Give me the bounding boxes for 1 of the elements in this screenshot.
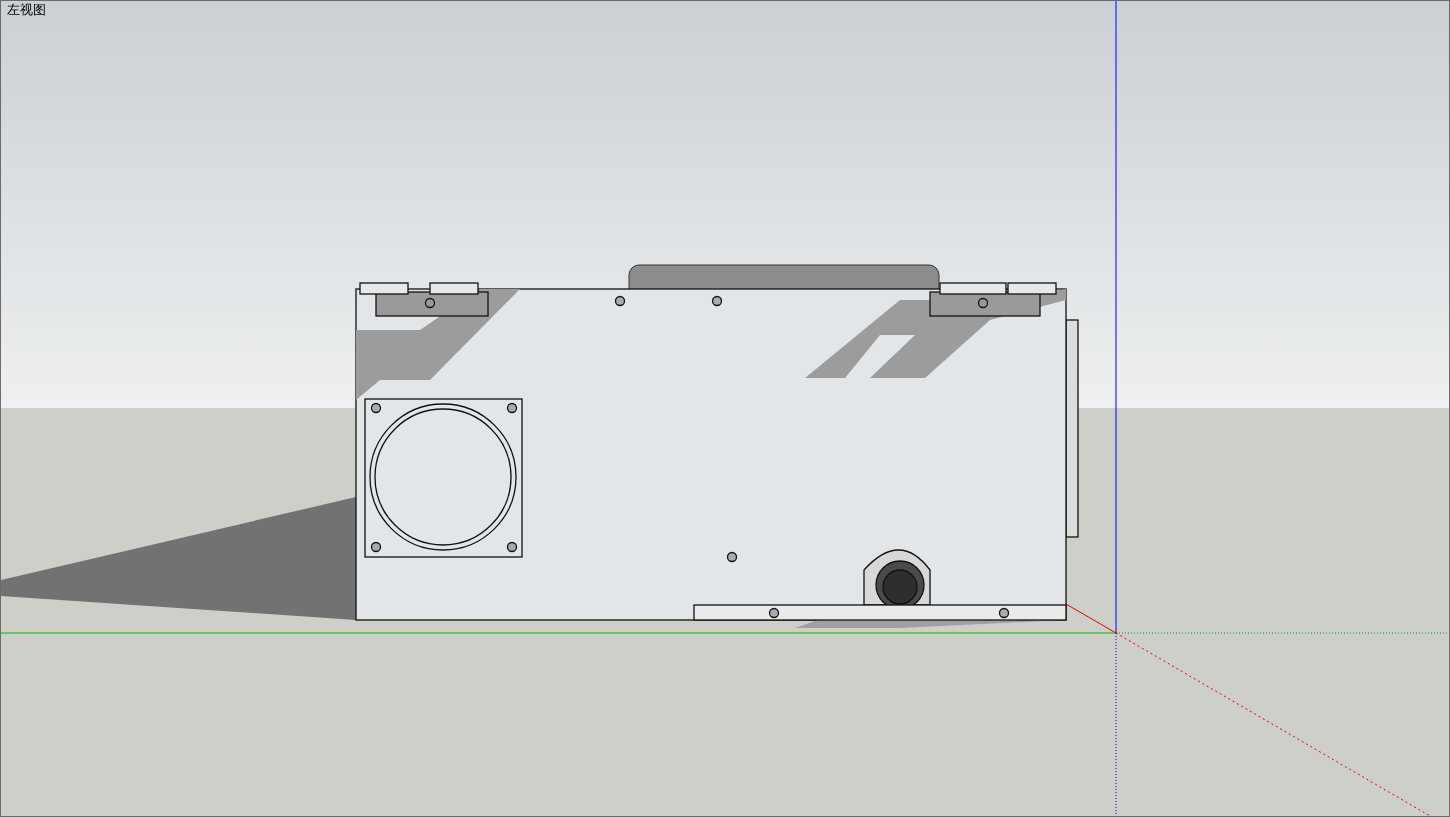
view-title: 左视图: [7, 2, 46, 18]
